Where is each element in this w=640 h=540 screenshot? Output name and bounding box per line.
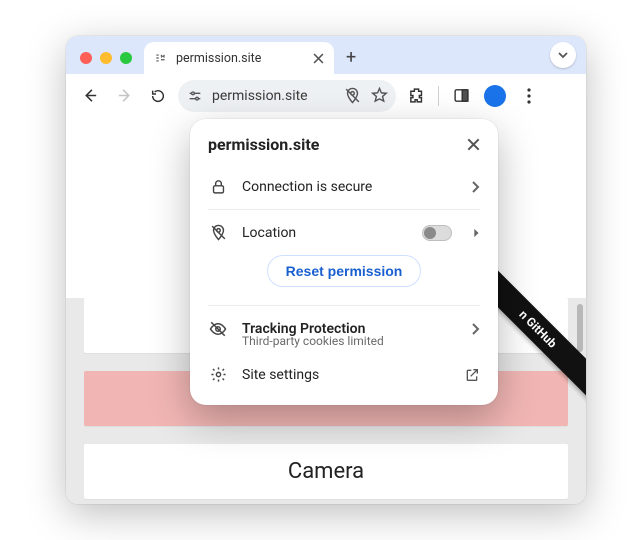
page-button-camera[interactable]: Camera [84, 444, 568, 499]
chevron-right-icon [470, 181, 480, 193]
new-tab-button[interactable]: + [334, 47, 368, 74]
location-toggle[interactable] [422, 225, 452, 241]
connection-secure-row[interactable]: Connection is secure [208, 168, 480, 205]
divider [208, 209, 480, 210]
close-tab-button[interactable] [313, 53, 324, 64]
site-settings-label: Site settings [242, 367, 450, 383]
expand-location-icon[interactable] [472, 228, 480, 238]
scrollbar[interactable] [577, 304, 583, 352]
minimize-window-button[interactable] [100, 52, 112, 64]
avatar-icon [484, 85, 506, 107]
toolbar: permission.site [66, 74, 586, 118]
location-off-icon [208, 224, 228, 241]
window-controls [74, 52, 138, 74]
site-controls-icon[interactable] [186, 87, 204, 105]
forward-button[interactable] [110, 82, 138, 110]
site-settings-row[interactable]: Site settings [208, 354, 480, 393]
back-button[interactable] [76, 82, 104, 110]
divider [208, 305, 480, 306]
tab-title: permission.site [176, 51, 305, 66]
reload-button[interactable] [144, 82, 172, 110]
zoom-window-button[interactable] [120, 52, 132, 64]
toolbar-separator [438, 86, 439, 106]
site-info-popover: permission.site Connection is secure Loc… [190, 119, 498, 405]
chrome-menu-button[interactable] [515, 82, 543, 110]
reset-permission-button[interactable]: Reset permission [267, 255, 422, 287]
extensions-button[interactable] [402, 82, 430, 110]
close-popover-button[interactable] [467, 138, 480, 151]
connection-secure-label: Connection is secure [242, 179, 456, 195]
tab-search-button[interactable] [550, 42, 576, 68]
tab-favicon-icon [154, 51, 168, 65]
tab-permission-site[interactable]: permission.site [144, 42, 334, 74]
gear-icon [208, 366, 228, 383]
close-window-button[interactable] [80, 52, 92, 64]
location-blocked-icon[interactable] [344, 87, 361, 104]
side-panel-button[interactable] [447, 82, 475, 110]
location-permission-row: Location [208, 214, 480, 251]
address-bar[interactable]: permission.site [178, 80, 396, 112]
eye-off-icon [208, 320, 228, 338]
address-bar-text: permission.site [212, 88, 308, 104]
bookmark-star-icon[interactable] [371, 87, 388, 104]
chevron-right-icon [470, 323, 480, 335]
popover-title: permission.site [208, 135, 319, 154]
profile-button[interactable] [481, 82, 509, 110]
lock-icon [208, 178, 228, 195]
tab-strip: permission.site + [66, 36, 586, 74]
location-label: Location [242, 225, 408, 241]
open-external-icon [464, 367, 480, 383]
